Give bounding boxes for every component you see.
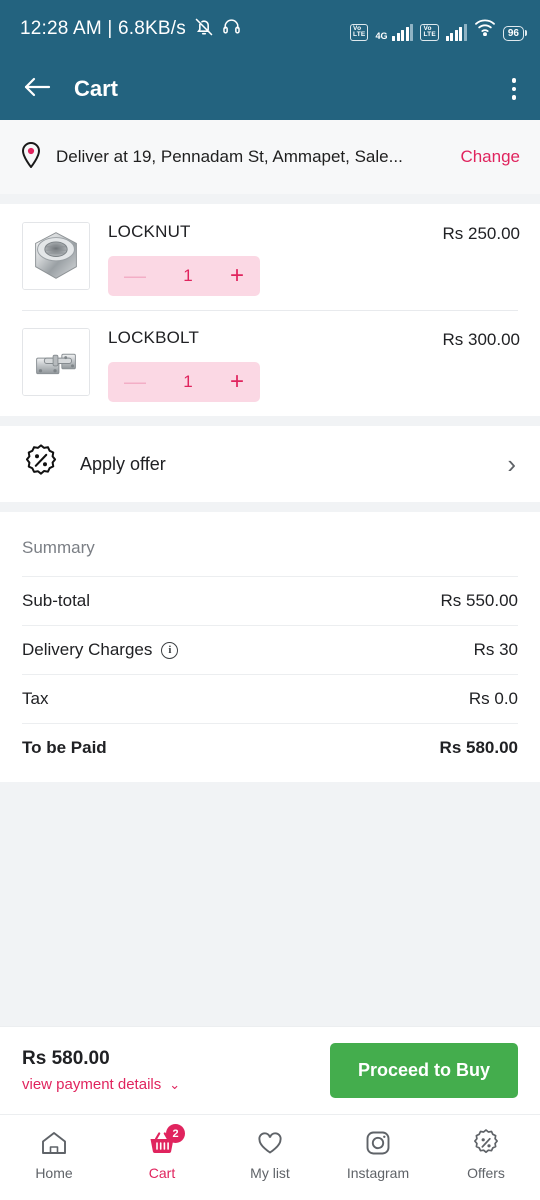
chevron-right-icon: › [507,449,516,479]
nav-label: Offers [467,1165,505,1181]
status-bar: 12:28 AM | 6.8KB/s VoLTEVoLTE 4G VoLTE [0,0,540,58]
cart-items-list: LOCKNUT — 1 + Rs 250.00 LOCKBOLT — 1 + R… [0,204,540,416]
location-pin-icon [20,141,42,173]
nav-label: My list [250,1165,290,1181]
checkout-amount-block: Rs 580.00 view payment details ⌄ [22,1048,180,1093]
chevron-down-icon: ⌄ [169,1077,181,1092]
summary-label: Sub-total [22,591,91,610]
view-payment-details-button[interactable]: view payment details ⌄ [22,1076,180,1093]
cart-item-row: LOCKNUT — 1 + Rs 250.00 [0,204,540,310]
checkout-total-amount: Rs 580.00 [22,1048,110,1069]
status-clock: 12:28 AM | 6.8KB/s [20,18,186,39]
cart-item-row: LOCKBOLT — 1 + Rs 300.00 [0,310,540,416]
basket-icon: 2 [147,1124,185,1158]
summary-section: Summary Sub-total Rs 550.00 Delivery Cha… [0,512,540,782]
section-gap [0,502,540,512]
status-bar-left: 12:28 AM | 6.8KB/s [20,17,241,42]
summary-row-delivery: Delivery Charges i Rs 30 [22,625,518,674]
back-button[interactable] [22,75,52,104]
nav-item-offers[interactable]: Offers [438,1128,534,1181]
decrease-quantity-button[interactable]: — [124,371,146,393]
delivery-address-text: Deliver at 19, Pennadam St, Ammapet, Sal… [56,147,403,166]
section-gap [0,194,540,204]
cart-item-name: LOCKBOLT [108,328,200,347]
delivery-address-bar[interactable]: Deliver at 19, Pennadam St, Ammapet, Sal… [0,120,540,194]
bell-mute-icon [194,17,214,42]
summary-label: Delivery Charges [22,640,153,659]
nav-item-instagram[interactable]: Instagram [330,1128,426,1181]
summary-row-total: To be Paid Rs 580.00 [22,723,518,772]
view-payment-details-label: view payment details [22,1076,162,1093]
cart-screen: 12:28 AM | 6.8KB/s VoLTEVoLTE 4G VoLTE [0,0,540,1200]
summary-value: Rs 0.0 [468,689,518,708]
quantity-value: 1 [183,372,193,391]
checkout-bar: Rs 580.00 view payment details ⌄ Proceed… [0,1026,540,1114]
empty-space [0,782,540,1026]
summary-row-subtotal: Sub-total Rs 550.00 [22,576,518,625]
home-icon [39,1128,69,1158]
barrel-bolt-photo[interactable] [22,328,90,396]
volte-icon-1: VoLTEVoLTE [350,23,369,41]
nav-label: Home [35,1165,73,1181]
quantity-stepper: — 1 + [108,362,260,402]
nav-label: Instagram [346,1165,410,1181]
nav-item-my-list[interactable]: My list [222,1128,318,1181]
summary-value: Rs 580.00 [439,738,518,757]
kebab-menu-icon[interactable] [506,72,523,106]
signal-bars-icon-2 [445,23,467,41]
cart-item-price: Rs 300.00 [442,330,521,349]
summary-title: Summary [22,538,95,557]
increase-quantity-button[interactable]: + [230,370,244,394]
app-bar: Cart [0,58,540,120]
summary-label: To be Paid [22,738,107,757]
wifi-icon [474,18,496,41]
battery-indicator: 96 [502,25,524,41]
discount-badge-icon [22,443,60,486]
proceed-to-buy-button[interactable]: Proceed to Buy [329,1043,518,1098]
apply-offer-label: Apply offer [80,453,166,474]
instagram-icon [363,1128,393,1158]
page-title: Cart [74,76,119,101]
info-icon[interactable]: i [161,641,179,659]
apply-offer-row[interactable]: Apply offer › [0,426,540,502]
offers-badge-icon [471,1128,501,1158]
quantity-stepper: — 1 + [108,256,260,296]
bottom-navigation: Home 2 Cart My list Instagram Offers [0,1114,540,1200]
cart-item-name: LOCKNUT [108,222,191,241]
nav-item-cart[interactable]: 2 Cart [114,1124,210,1181]
cart-item-price: Rs 250.00 [442,224,521,243]
summary-row-tax: Tax Rs 0.0 [22,674,518,723]
cart-content: Deliver at 19, Pennadam St, Ammapet, Sal… [0,120,540,1026]
hex-locknut-photo[interactable] [22,222,90,290]
nav-item-home[interactable]: Home [6,1128,102,1181]
increase-quantity-button[interactable]: + [230,264,244,288]
decrease-quantity-button[interactable]: — [124,265,146,287]
nav-label: Cart [148,1165,176,1181]
summary-value: Rs 30 [473,640,518,659]
headphone-icon [222,17,241,41]
change-address-button[interactable]: Change [460,147,520,167]
heart-icon [255,1128,285,1158]
status-bar-right: VoLTEVoLTE 4G VoLTE 96 [350,18,524,41]
cart-count-badge: 2 [166,1124,185,1143]
volte-icon-2: Vo LTE [420,23,439,41]
quantity-value: 1 [183,266,193,285]
signal-bars-icon-1 [392,23,414,41]
summary-label: Tax [22,689,49,708]
summary-value: Rs 550.00 [440,591,519,610]
network-type-label: 4G [375,30,388,41]
section-gap [0,416,540,426]
